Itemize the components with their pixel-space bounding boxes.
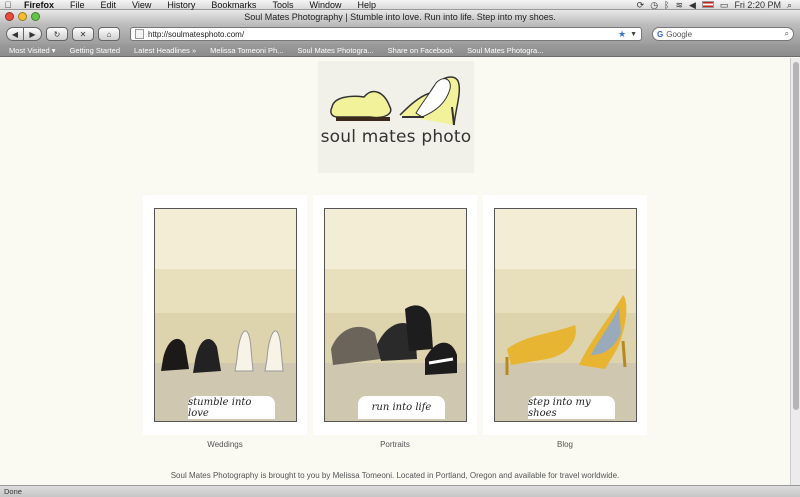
shoes-logo-icon [330, 76, 461, 126]
blog-photo[interactable]: step into my shoes [494, 208, 637, 422]
back-button[interactable]: ◀ [6, 27, 24, 41]
menu-edit[interactable]: Edit [93, 0, 125, 10]
menu-window[interactable]: Window [301, 0, 349, 10]
bookmark-share-facebook[interactable]: Share on Facebook [381, 46, 460, 55]
google-engine-icon[interactable]: G [657, 30, 663, 39]
page-favicon-icon [135, 29, 144, 39]
url-text[interactable]: http://soulmatesphoto.com/ [148, 30, 618, 39]
zoom-window-button[interactable] [31, 12, 40, 21]
blog-shoes-image [495, 209, 636, 421]
weddings-shoes-image [155, 209, 296, 421]
gallery-card-portraits[interactable]: run into life [313, 195, 477, 435]
spotlight-icon[interactable]: ⌕ [787, 0, 792, 10]
apple-menu-icon[interactable]:  [0, 0, 16, 10]
close-window-button[interactable] [5, 12, 14, 21]
wifi-icon[interactable]: ≋ [675, 0, 683, 10]
sync-icon[interactable]: ⟳ [637, 0, 645, 10]
logo-wordmark: soul mates photo [320, 127, 472, 147]
site-footer: Soul Mates Photography is brought to you… [170, 471, 620, 480]
search-magnifier-icon[interactable]: ⌕ [785, 29, 789, 39]
label-portraits[interactable]: Portraits [313, 440, 477, 449]
bookmark-most-visited[interactable]: Most Visited ▾ [2, 46, 63, 55]
menu-history[interactable]: History [159, 0, 203, 10]
menu-view[interactable]: View [124, 0, 159, 10]
caption-run: run into life [358, 396, 445, 419]
page-scrollbar[interactable] [790, 58, 800, 485]
status-bar: Done [0, 485, 800, 497]
weddings-photo[interactable]: stumble into love [154, 208, 297, 422]
stop-button[interactable]: ✕ [72, 27, 94, 41]
menubar-clock[interactable]: Fri 2:20 PM [734, 0, 781, 10]
input-language-flag-icon[interactable] [701, 1, 714, 8]
menu-app-firefox[interactable]: Firefox [16, 0, 62, 10]
home-icon: ⌂ [106, 29, 112, 39]
reload-icon: ↻ [53, 29, 61, 39]
window-title: Soul Mates Photography | Stumble into lo… [244, 12, 556, 22]
web-page: soul mates photo stumble into love Weddi… [0, 58, 790, 485]
forward-button[interactable]: ▶ [24, 27, 42, 41]
browser-toolbar: ◀ ▶ ↻ ✕ ⌂ http://soulmatesphoto.com/ ★ ▼… [0, 24, 800, 44]
search-input[interactable]: Google [666, 30, 692, 39]
window-titlebar: Soul Mates Photography | Stumble into lo… [0, 10, 800, 24]
portraits-shoes-image [325, 209, 466, 421]
bookmark-soul-mates-2[interactable]: Soul Mates Photogra... [460, 46, 550, 55]
battery-icon[interactable]: ▭ [720, 0, 729, 10]
caption-stumble: stumble into love [188, 396, 275, 419]
window-controls [5, 12, 40, 21]
forward-arrow-icon: ▶ [29, 29, 36, 39]
stop-icon: ✕ [79, 29, 87, 39]
menu-file[interactable]: File [62, 0, 93, 10]
bookmarks-toolbar: Most Visited ▾ Getting Started Latest He… [0, 44, 800, 57]
back-arrow-icon: ◀ [11, 29, 19, 39]
bookmark-latest-headlines[interactable]: Latest Headlines » [127, 46, 203, 55]
minimize-window-button[interactable] [18, 12, 27, 21]
bookmark-getting-started[interactable]: Getting Started [63, 46, 127, 55]
gallery-card-blog[interactable]: step into my shoes [483, 195, 647, 435]
timemachine-icon[interactable]: ◷ [650, 0, 658, 10]
url-history-dropdown-icon[interactable]: ▼ [630, 31, 637, 38]
menubar-status-area: ⟳ ◷ ᛒ ≋ ◀ ▭ Fri 2:20 PM ⌕ [637, 0, 800, 10]
mac-menubar:  Firefox File Edit View History Bookmar… [0, 0, 800, 10]
menu-help[interactable]: Help [349, 0, 384, 10]
label-weddings[interactable]: Weddings [143, 440, 307, 449]
reload-button[interactable]: ↻ [46, 27, 68, 41]
menu-bookmarks[interactable]: Bookmarks [203, 0, 264, 10]
status-text: Done [4, 487, 22, 496]
menu-tools[interactable]: Tools [264, 0, 301, 10]
back-forward-group: ◀ ▶ [6, 27, 42, 41]
home-button[interactable]: ⌂ [98, 27, 120, 41]
caption-step: step into my shoes [528, 396, 615, 419]
volume-icon[interactable]: ◀ [689, 0, 696, 10]
search-bar[interactable]: G Google ⌕ [652, 27, 794, 41]
url-bar[interactable]: http://soulmatesphoto.com/ ★ ▼ [130, 27, 642, 41]
scrollbar-thumb[interactable] [793, 62, 799, 410]
bookmark-star-icon[interactable]: ★ [618, 29, 626, 40]
bookmark-soul-mates-1[interactable]: Soul Mates Photogra... [290, 46, 380, 55]
bookmark-melissa-tomeoni[interactable]: Melissa Tomeoni Ph... [203, 46, 290, 55]
gallery-card-weddings[interactable]: stumble into love [143, 195, 307, 435]
portraits-photo[interactable]: run into life [324, 208, 467, 422]
site-logo[interactable]: soul mates photo [318, 61, 474, 173]
label-blog[interactable]: Blog [483, 440, 647, 449]
bluetooth-icon[interactable]: ᛒ [664, 0, 669, 10]
